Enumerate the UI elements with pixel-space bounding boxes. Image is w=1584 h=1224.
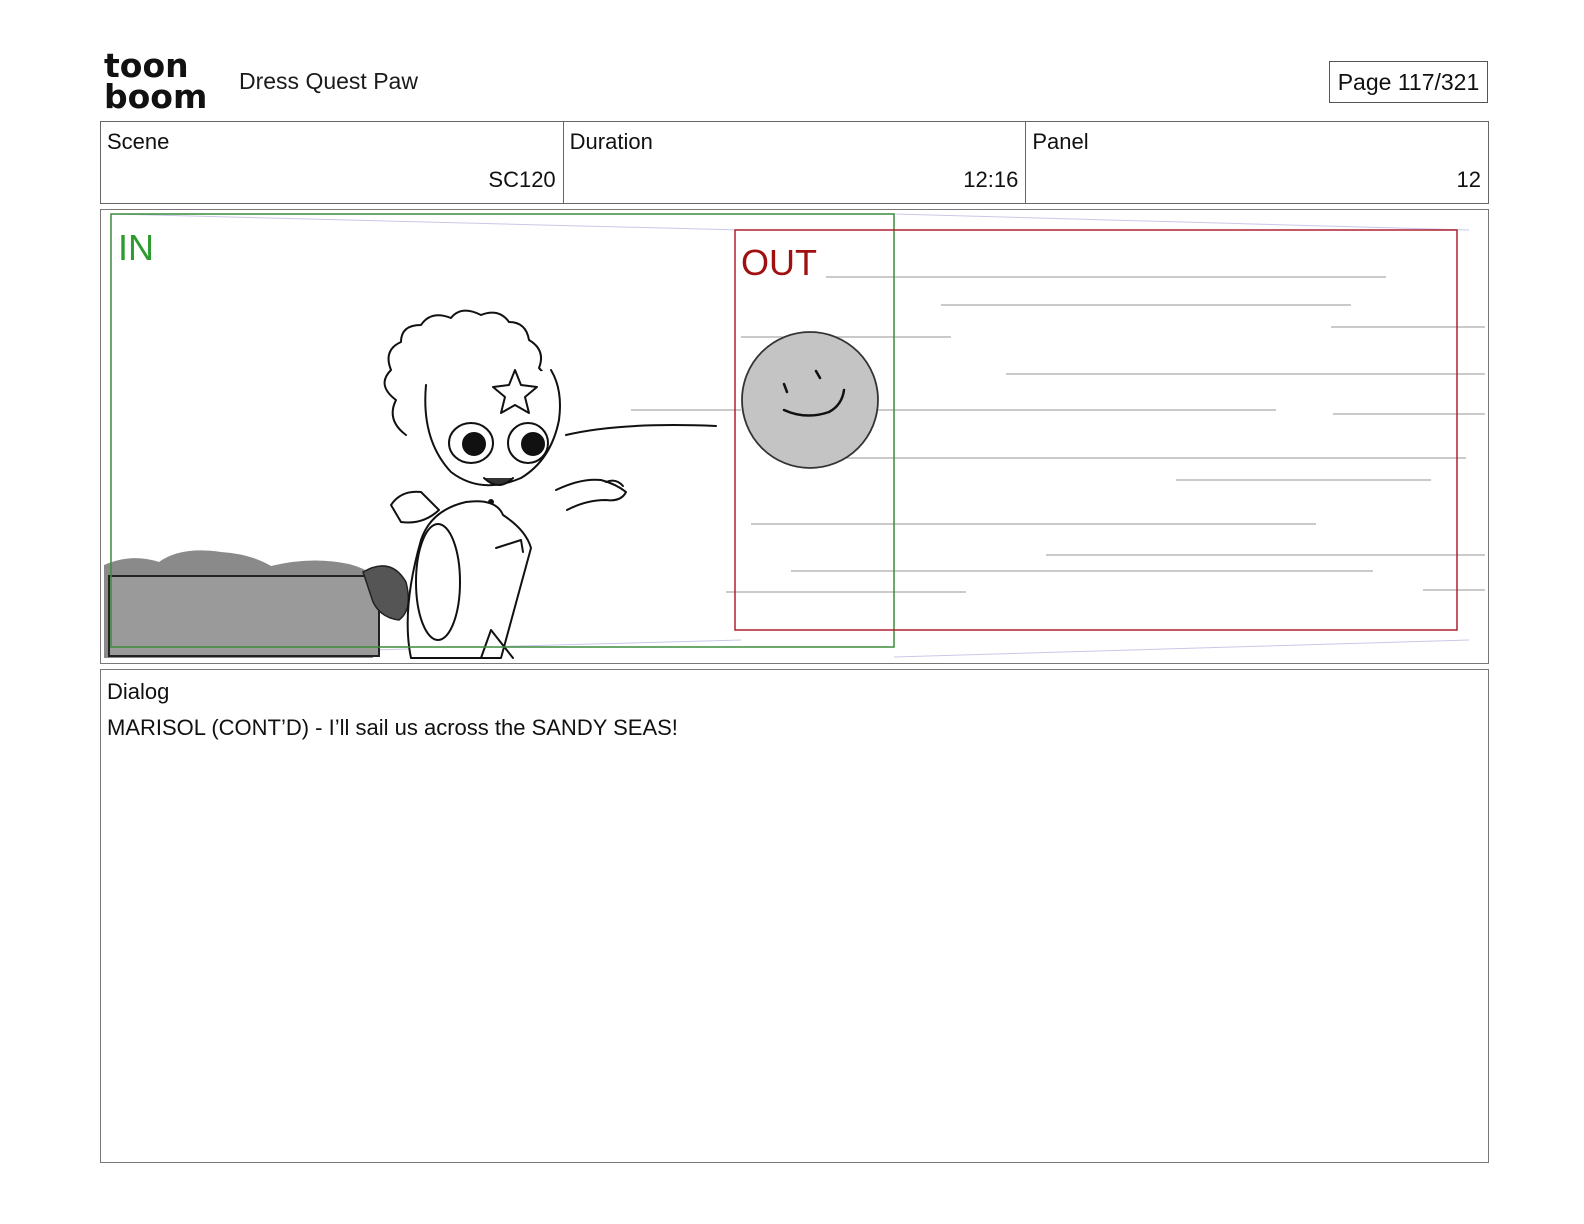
panel-label: Panel xyxy=(1032,129,1089,154)
scene-info-table: Scene SC120 Duration 12:16 Panel 12 xyxy=(100,121,1489,204)
duration-value: 12:16 xyxy=(963,167,1019,192)
dialog-text: MARISOL (CONT’D) - I’ll sail us across t… xyxy=(107,715,678,740)
smiley-ball xyxy=(741,331,879,469)
scene-cell: Scene SC120 xyxy=(101,122,564,203)
in-label: IN xyxy=(118,227,154,268)
out-label: OUT xyxy=(741,242,817,283)
dialog-label: Dialog xyxy=(107,679,170,704)
panel-drawing: IN OUT xyxy=(104,213,1485,659)
toonboom-logo: toon boom xyxy=(104,50,207,112)
storyboard-panel: IN OUT xyxy=(100,209,1489,664)
panel-value: 12 xyxy=(1456,167,1482,192)
marisol-character xyxy=(383,309,717,659)
scene-label: Scene xyxy=(107,129,170,154)
logo-text-bottom: boom xyxy=(104,77,207,112)
project-title: Dress Quest Paw xyxy=(239,68,418,94)
scene-value: SC120 xyxy=(488,167,556,192)
panel-cell: Panel 12 xyxy=(1026,122,1488,203)
page-indicator: Page 117/321 xyxy=(1329,61,1488,103)
duration-label: Duration xyxy=(569,129,653,154)
dialog-box: Dialog MARISOL (CONT’D) - I’ll sail us a… xyxy=(100,669,1489,1163)
sandbox xyxy=(104,550,410,658)
duration-cell: Duration 12:16 xyxy=(564,122,1027,203)
